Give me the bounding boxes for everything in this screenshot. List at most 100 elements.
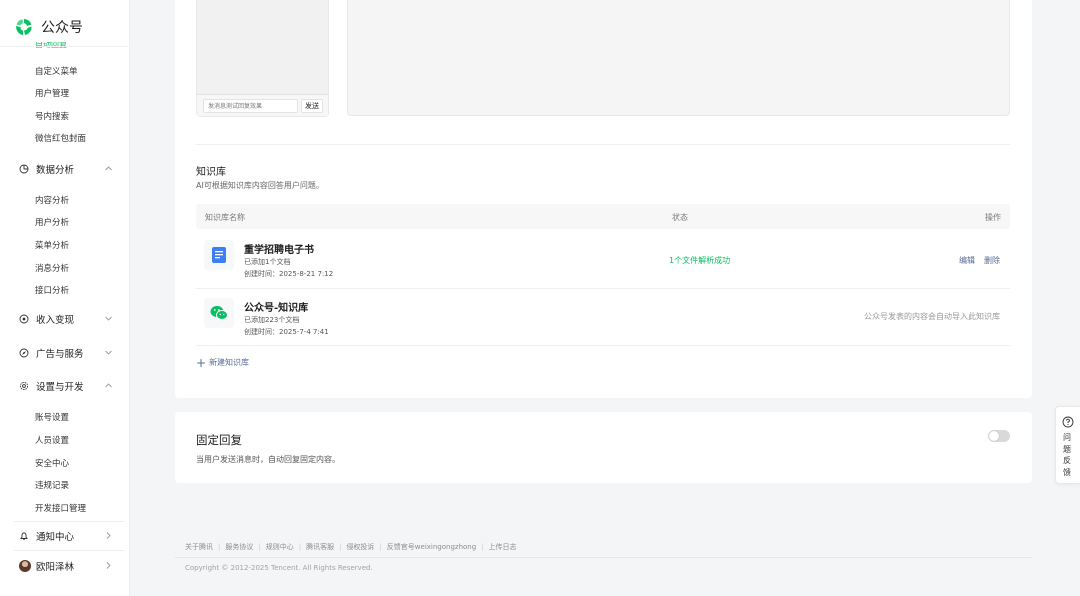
auto-reply-card: 发送 知识库 AI可根据知识库内容回答用户问题。 知识库名称 状态 操作 重学招… (175, 0, 1032, 398)
plus-icon: + (196, 355, 207, 370)
knowledge-base-created: 创建时间：2025-8-21 7:12 (244, 270, 334, 278)
knowledge-base-doc-count: 已添加1个文档 (244, 258, 291, 266)
sidebar-section-settings[interactable]: 设置与开发 (19, 378, 115, 394)
table-row: 公众号-知识库 已添加223个文档 创建时间：2025-7-4 7:41 公众号… (196, 288, 1010, 346)
status-text: 1个文件解析成功 (669, 256, 731, 265)
footer-separator: | (258, 543, 261, 551)
chevron-up-icon (105, 383, 112, 388)
chevron-right-icon (106, 532, 111, 539)
knowledge-base-created: 创建时间：2025-7-4 7:41 (244, 328, 329, 336)
send-button[interactable]: 发送 (301, 99, 323, 113)
edit-button[interactable]: 编辑 (959, 255, 975, 266)
phone-input-bar: 发送 (197, 94, 328, 116)
toggle-knob (989, 431, 999, 441)
sidebar-section-ads[interactable]: 广告与服务 (19, 345, 115, 361)
sidebar-item-account-settings[interactable]: 账号设置 (35, 411, 69, 423)
compass-icon (19, 348, 29, 358)
sidebar-item-message-analysis[interactable]: 消息分析 (35, 262, 69, 274)
sidebar-item-user-analysis[interactable]: 用户分析 (35, 216, 69, 228)
new-knowledge-base-button[interactable]: + 新建知识库 (196, 355, 250, 370)
feedback-label: 问题反馈 (1063, 433, 1071, 477)
brand-divider (0, 46, 130, 47)
chevron-right-icon (106, 562, 111, 569)
footer-separator: | (298, 543, 302, 551)
chevron-down-icon (105, 350, 112, 355)
brand-name: 公众号 (41, 20, 83, 36)
section-divider (196, 144, 1010, 145)
document-icon (204, 240, 234, 270)
sidebar-divider (14, 550, 124, 551)
user-name: 欧阳泽林 (36, 562, 75, 573)
fixed-reply-description: 当用户发送消息时，自动回复固定内容。 (196, 455, 340, 464)
sidebar-item-violation-records[interactable]: 违规记录 (35, 479, 69, 491)
reply-preview-panel (347, 0, 1010, 116)
brand[interactable]: 公众号 (14, 16, 129, 38)
sidebar-section-label: 设置与开发 (36, 382, 84, 393)
knowledge-base-name: 重学招聘电子书 (244, 245, 314, 256)
row-divider (196, 345, 1010, 346)
gear-icon (19, 381, 29, 391)
question-circle-icon (1062, 416, 1074, 428)
delete-button[interactable]: 删除 (984, 255, 1000, 266)
sidebar-section-label: 广告与服务 (36, 349, 84, 360)
knowledge-base-doc-count: 已添加223个文档 (244, 316, 300, 324)
knowledge-base-title: 知识库 (196, 167, 226, 178)
fixed-reply-toggle[interactable] (988, 430, 1010, 442)
sidebar-item-custom-menu[interactable]: 自定义菜单 (35, 65, 78, 77)
footer-divider (175, 557, 1032, 558)
footer-link-support[interactable]: 腾讯客服 (306, 542, 334, 552)
sidebar-item-red-packet-cover[interactable]: 微信红包封面 (35, 132, 86, 144)
column-header-action: 操作 (985, 213, 1001, 222)
column-header-name: 知识库名称 (205, 213, 245, 222)
new-knowledge-base-label: 新建知识库 (209, 358, 250, 367)
chevron-up-icon (105, 166, 112, 171)
footer-link-terms[interactable]: 服务协议 (225, 542, 253, 552)
footer-link-upload-log[interactable]: 上传日志 (489, 542, 517, 552)
footer-links: 关于腾讯 | 服务协议 | 规则中心 | 腾讯客服 | 侵权投诉 | 反馈官号weixin… (185, 542, 517, 552)
sidebar-divider (14, 521, 124, 522)
test-message-input[interactable] (203, 99, 298, 113)
column-header-status: 状态 (672, 213, 688, 222)
footer-separator: | (339, 543, 342, 551)
feedback-tab[interactable]: 问题反馈 (1055, 406, 1080, 484)
sidebar-item-menu-analysis[interactable]: 菜单分析 (35, 239, 69, 251)
coin-icon (19, 314, 29, 324)
sidebar-section-label: 数据分析 (36, 165, 75, 176)
sidebar-notification-center[interactable]: 通知中心 (19, 528, 115, 544)
sidebar-user-profile[interactable]: 欧阳泽林 (19, 558, 115, 574)
sidebar-item-security-center[interactable]: 安全中心 (35, 457, 69, 469)
footer-link-rules[interactable]: 规则中心 (266, 542, 294, 552)
auto-import-note: 公众号发表的内容会自动导入此知识库 (864, 312, 1000, 321)
sidebar-item-content-analysis[interactable]: 内容分析 (35, 194, 69, 206)
sidebar-section-monetize[interactable]: 收入变现 (19, 311, 115, 327)
sidebar-item-api-analysis[interactable]: 接口分析 (35, 284, 69, 296)
wechat-official-logo-icon (16, 19, 32, 35)
sidebar-item-dev-api-management[interactable]: 开发接口管理 (35, 502, 86, 514)
chevron-down-icon (105, 316, 112, 321)
sidebar: 自动回复 公众号 自定义菜单 用户管理 号内搜索 微信红包封面 数据分析 内容分… (0, 0, 130, 596)
sidebar-section-data-analysis[interactable]: 数据分析 (19, 161, 115, 177)
footer-link-complaint[interactable]: 侵权投诉 (346, 542, 374, 552)
avatar (19, 560, 31, 572)
sidebar-section-label: 收入变现 (36, 315, 75, 326)
fixed-reply-title: 固定回复 (196, 433, 242, 447)
fixed-reply-card: 固定回复 当用户发送消息时，自动回复固定内容。 (175, 412, 1032, 483)
bell-icon (20, 532, 28, 541)
sidebar-item-user-management[interactable]: 用户管理 (35, 87, 69, 99)
knowledge-base-name: 公众号-知识库 (244, 303, 309, 314)
footer-separator: | (379, 543, 382, 551)
footer-link-feedback-account[interactable]: 反馈官号weixingongzhong (387, 542, 476, 552)
table-row: 重学招聘电子书 已添加1个文档 创建时间：2025-8-21 7:12 1个文件… (196, 230, 1010, 288)
pie-chart-icon (19, 164, 29, 174)
copyright: Copyright © 2012-2025 Tencent. All Right… (185, 564, 373, 572)
phone-preview: 发送 (196, 0, 329, 117)
knowledge-base-description: AI可根据知识库内容回答用户问题。 (196, 181, 324, 190)
footer-separator: | (218, 543, 221, 551)
sidebar-section-label: 通知中心 (36, 532, 75, 543)
sidebar-item-staff-settings[interactable]: 人员设置 (35, 434, 69, 446)
wechat-icon (204, 298, 234, 328)
footer-link-about[interactable]: 关于腾讯 (185, 542, 213, 552)
sidebar-item-in-account-search[interactable]: 号内搜索 (35, 110, 69, 122)
footer-separator: | (481, 543, 484, 551)
knowledge-table-header: 知识库名称 状态 操作 (196, 204, 1010, 229)
